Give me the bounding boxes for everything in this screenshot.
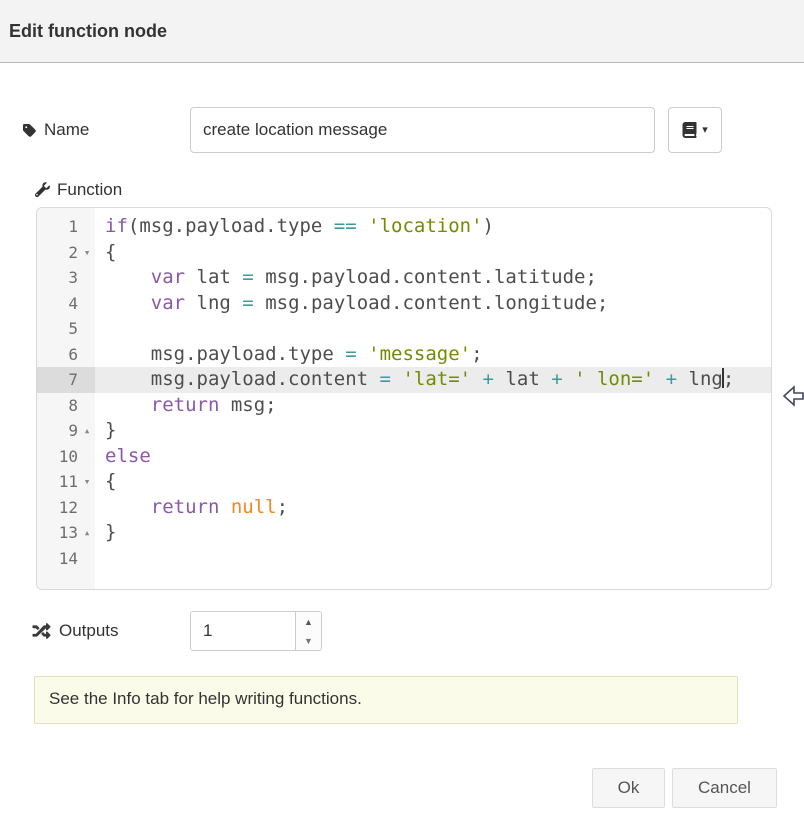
- editor-code[interactable]: if(msg.payload.type == 'location'){ var …: [95, 208, 771, 571]
- code-line[interactable]: return msg;: [95, 393, 771, 419]
- code-line[interactable]: else: [95, 444, 771, 470]
- code-line[interactable]: return null;: [95, 495, 771, 521]
- spinner-buttons: ▲ ▼: [295, 612, 321, 650]
- gutter-line-number: 7: [37, 367, 95, 393]
- ok-button[interactable]: Ok: [592, 768, 665, 808]
- gutter-line-number: 8: [37, 393, 95, 419]
- code-line[interactable]: msg.payload.type = 'message';: [95, 342, 771, 368]
- name-row-label: Name: [22, 107, 89, 153]
- book-icon: [682, 122, 697, 138]
- gutter-line-number: 9▴: [37, 418, 95, 444]
- gutter-line-number: 10: [37, 444, 95, 470]
- chevron-down-icon: ▾: [702, 125, 708, 136]
- code-line[interactable]: if(msg.payload.type == 'location'): [95, 214, 771, 240]
- code-line[interactable]: [95, 316, 771, 342]
- spinner-up-button[interactable]: ▲: [296, 612, 321, 631]
- name-input[interactable]: [190, 107, 655, 153]
- edit-function-dialog: Edit function node Name ▾ Function 12▾34…: [0, 0, 804, 828]
- fold-closed-icon[interactable]: ▴: [80, 418, 94, 444]
- spinner-down-button[interactable]: ▼: [296, 631, 321, 650]
- info-tip: See the Info tab for help writing functi…: [34, 676, 738, 724]
- fold-closed-icon[interactable]: ▴: [80, 520, 94, 546]
- outputs-label: Outputs: [59, 621, 119, 641]
- gutter-line-number: 1: [37, 214, 95, 240]
- library-button[interactable]: ▾: [668, 107, 722, 153]
- function-label: Function: [57, 180, 122, 200]
- code-line[interactable]: {: [95, 469, 771, 495]
- mouse-cursor-icon: [783, 385, 804, 409]
- code-line[interactable]: var lng = msg.payload.content.longitude;: [95, 291, 771, 317]
- gutter-line-number: 4: [37, 291, 95, 317]
- outputs-input[interactable]: [191, 612, 296, 650]
- tag-icon: [22, 123, 37, 138]
- gutter-line-number: 5: [37, 316, 95, 342]
- wrench-icon: [34, 182, 50, 198]
- shuffle-icon: [31, 622, 52, 640]
- function-section-label: Function: [34, 178, 122, 202]
- info-tip-text: See the Info tab for help writing functi…: [49, 689, 362, 708]
- code-line[interactable]: var lat = msg.payload.content.latitude;: [95, 265, 771, 291]
- gutter-line-number: 13▴: [37, 520, 95, 546]
- dialog-title: Edit function node: [9, 21, 167, 42]
- fold-open-icon[interactable]: ▾: [80, 469, 94, 495]
- code-editor[interactable]: 12▾3456789▴1011▾1213▴14 if(msg.payload.t…: [36, 207, 772, 590]
- outputs-row-label: Outputs: [31, 611, 119, 651]
- gutter-line-number: 14: [37, 546, 95, 572]
- code-line[interactable]: {: [95, 240, 771, 266]
- outputs-spinner: ▲ ▼: [190, 611, 322, 651]
- gutter-line-number: 12: [37, 495, 95, 521]
- editor-gutter: 12▾3456789▴1011▾1213▴14: [37, 208, 95, 589]
- code-line[interactable]: msg.payload.content = 'lat=' + lat + ' l…: [95, 367, 771, 393]
- gutter-line-number: 3: [37, 265, 95, 291]
- code-line[interactable]: }: [95, 418, 771, 444]
- gutter-line-number: 2▾: [37, 240, 95, 266]
- fold-open-icon[interactable]: ▾: [80, 240, 94, 266]
- name-label: Name: [44, 120, 89, 140]
- text-cursor: [722, 368, 724, 388]
- gutter-line-number: 6: [37, 342, 95, 368]
- dialog-header: Edit function node: [0, 0, 804, 63]
- gutter-line-number: 11▾: [37, 469, 95, 495]
- code-line[interactable]: [95, 546, 771, 572]
- cancel-button[interactable]: Cancel: [672, 768, 777, 808]
- code-line[interactable]: }: [95, 520, 771, 546]
